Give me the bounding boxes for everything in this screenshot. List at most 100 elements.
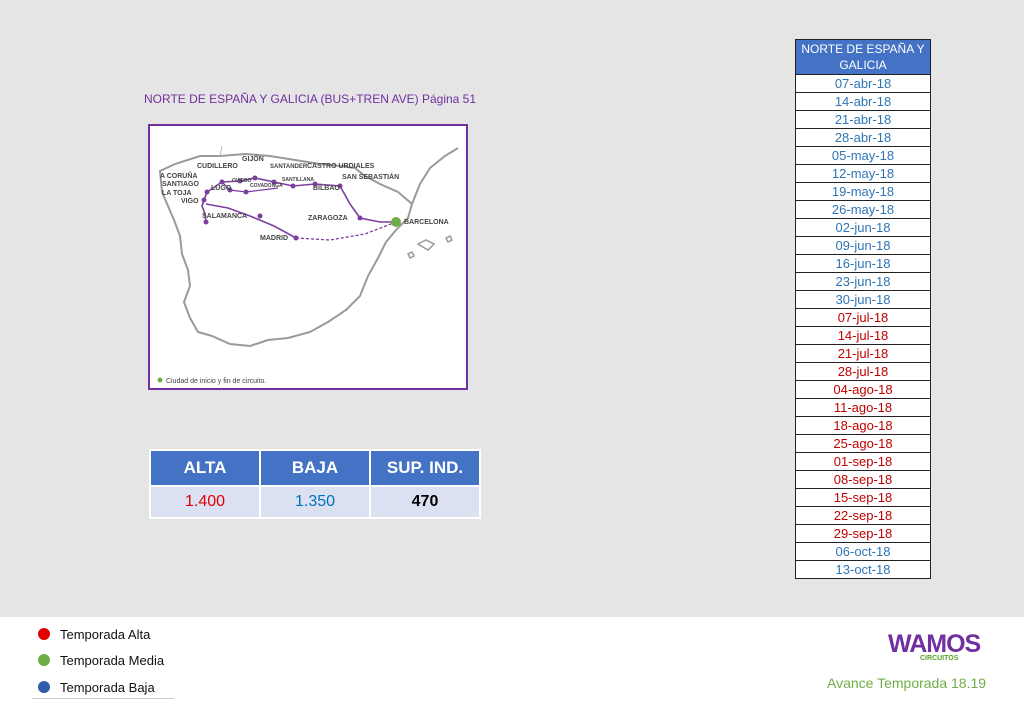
date-row: 16-jun-18 [795, 254, 931, 273]
city-label: SANTANDER [270, 164, 308, 170]
price-baja: 1.350 [259, 485, 371, 519]
date-row: 01-sep-18 [795, 452, 931, 471]
date-row: 21-jul-18 [795, 344, 931, 363]
iberia-map-svg: A CORUÑA SANTIAGO LA TOJA VIGO CUDILLERO… [157, 145, 459, 385]
date-row: 07-jul-18 [795, 308, 931, 327]
legend-alta-label: Temporada Alta [60, 626, 151, 642]
departure-date: 26-may-18 [795, 200, 931, 219]
departure-date: 07-abr-18 [795, 74, 931, 93]
departure-date: 12-may-18 [795, 164, 931, 183]
date-row: 21-abr-18 [795, 110, 931, 129]
date-row: 07-abr-18 [795, 74, 931, 93]
departure-date: 08-sep-18 [795, 470, 931, 489]
departure-date: 13-oct-18 [795, 560, 931, 579]
date-row: 25-ago-18 [795, 434, 931, 453]
city-label: OVIEDO [232, 178, 252, 184]
departure-date: 29-sep-18 [795, 524, 931, 543]
date-row: 29-sep-18 [795, 524, 931, 543]
price-alta: 1.400 [149, 485, 261, 519]
date-row: 30-jun-18 [795, 290, 931, 309]
date-row: 26-may-18 [795, 200, 931, 219]
header-baja: BAJA [259, 449, 371, 487]
header-sup-ind: SUP. IND. [369, 449, 481, 487]
legend-dot-icon [157, 377, 163, 383]
dates-header: NORTE DE ESPAÑA Y GALICIA [795, 39, 931, 75]
date-row: 18-ago-18 [795, 416, 931, 435]
departure-date: 21-abr-18 [795, 110, 931, 129]
wamos-logo: WAMOS CIRCUITOS [888, 630, 981, 662]
departure-date: 01-sep-18 [795, 452, 931, 471]
date-row: 02-jun-18 [795, 218, 931, 237]
legend-media: Temporada Media [38, 651, 164, 669]
departure-date: 25-ago-18 [795, 434, 931, 453]
date-row: 23-jun-18 [795, 272, 931, 291]
price-table: ALTA BAJA SUP. IND. 1.400 1.350 470 [149, 449, 481, 519]
city-label: BARCELONA [404, 219, 449, 226]
footer: Temporada Alta Temporada Media Temporada… [0, 617, 1024, 709]
header-alta: ALTA [149, 449, 261, 487]
city-label: GIJÓN [242, 154, 264, 163]
date-row: 05-may-18 [795, 146, 931, 165]
date-row: 13-oct-18 [795, 560, 931, 579]
legend-alta: Temporada Alta [38, 625, 150, 643]
date-row: 28-abr-18 [795, 128, 931, 147]
departure-date: 07-jul-18 [795, 308, 931, 327]
date-row: 22-sep-18 [795, 506, 931, 525]
departure-date: 18-ago-18 [795, 416, 931, 435]
departure-date: 05-may-18 [795, 146, 931, 165]
legend-baja: Temporada Baja [38, 678, 155, 696]
departure-date: 22-sep-18 [795, 506, 931, 525]
green-dot-icon [38, 654, 50, 666]
city-label: SAN SEBASTIÁN [342, 172, 399, 181]
price-sup-ind: 470 [369, 485, 481, 519]
city-label: LA TOJA [162, 190, 192, 197]
date-row: 04-ago-18 [795, 380, 931, 399]
departure-date: 28-jul-18 [795, 362, 931, 381]
city-label: SANTIAGO [162, 181, 200, 188]
departure-date: 23-jun-18 [795, 272, 931, 291]
departure-date: 11-ago-18 [795, 398, 931, 417]
date-row: 06-oct-18 [795, 542, 931, 561]
divider [32, 698, 174, 699]
legend-baja-label: Temporada Baja [60, 679, 155, 695]
departure-date: 30-jun-18 [795, 290, 931, 309]
departure-date: 15-sep-18 [795, 488, 931, 507]
map-title: NORTE DE ESPAÑA Y GALICIA (BUS+TREN AVE)… [144, 92, 477, 106]
city-label: SANTILLANA [282, 177, 314, 183]
red-dot-icon [38, 628, 50, 640]
departure-date: 14-abr-18 [795, 92, 931, 111]
date-row: 14-jul-18 [795, 326, 931, 345]
departure-date: 04-ago-18 [795, 380, 931, 399]
departure-date: 02-jun-18 [795, 218, 931, 237]
date-row: 19-may-18 [795, 182, 931, 201]
date-row: 09-jun-18 [795, 236, 931, 255]
departure-date: 21-jul-18 [795, 344, 931, 363]
legend-media-label: Temporada Media [60, 652, 165, 668]
city-label: CASTRO URDIALES [307, 163, 375, 170]
city-label: A CORUÑA [160, 171, 197, 180]
date-row: 08-sep-18 [795, 470, 931, 489]
departure-date: 16-jun-18 [795, 254, 931, 273]
city-label: LUGO [211, 185, 232, 192]
route-map: A CORUÑA SANTIAGO LA TOJA VIGO CUDILLERO… [148, 124, 468, 390]
city-label: COVADONGA [250, 183, 283, 189]
city-label: ZARAGOZA [308, 215, 348, 222]
blue-dot-icon [38, 681, 50, 693]
season-label: Avance Temporada 18.19 [827, 675, 987, 691]
departure-date: 19-may-18 [795, 182, 931, 201]
departure-date: 28-abr-18 [795, 128, 931, 147]
date-row: 15-sep-18 [795, 488, 931, 507]
departure-date: 14-jul-18 [795, 326, 931, 345]
departure-dates-table: NORTE DE ESPAÑA Y GALICIA 07-abr-18 14-ab… [795, 39, 931, 579]
city-label: CUDILLERO [197, 163, 238, 170]
date-row: 11-ago-18 [795, 398, 931, 417]
city-label: VIGO [181, 198, 199, 205]
date-row: 28-jul-18 [795, 362, 931, 381]
city-label: SALAMANCA [202, 213, 247, 220]
start-city-marker [391, 217, 401, 227]
content-area: NORTE DE ESPAÑA Y GALICIA (BUS+TREN AVE)… [0, 0, 1024, 617]
departure-date: 06-oct-18 [795, 542, 931, 561]
date-row: 14-abr-18 [795, 92, 931, 111]
map-legend: Ciudad de inicio y fin de circuito. [166, 378, 266, 385]
departure-date: 09-jun-18 [795, 236, 931, 255]
